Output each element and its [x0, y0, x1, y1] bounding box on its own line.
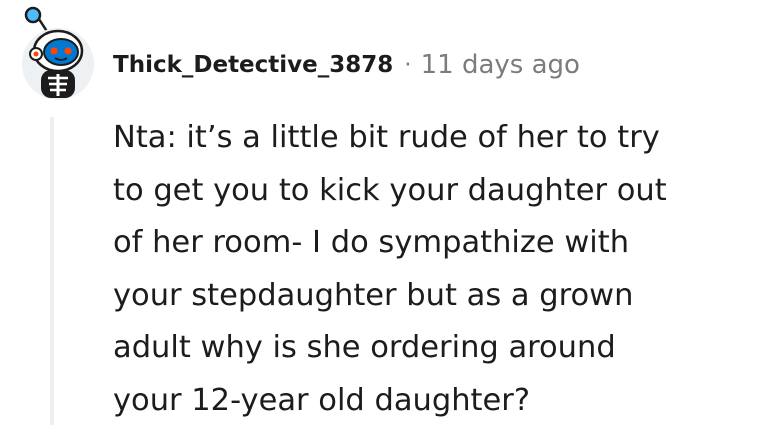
username-link[interactable]: Thick_Detective_3878: [113, 52, 393, 78]
comment-body-line: your stepdaughter but as a grown: [113, 270, 753, 323]
thread-collapse-line[interactable]: [50, 117, 54, 425]
comment-body-line: of her room- I do sympathize with: [113, 217, 753, 270]
meta-separator: ·: [404, 52, 411, 78]
comment-timestamp[interactable]: 11 days ago: [421, 50, 580, 80]
comment-body-line: your 12-year old daughter?: [113, 375, 753, 427]
comment-body-line: Nta: it’s a little bit rude of her to tr…: [113, 112, 753, 165]
comment-header: Thick_Detective_3878 · 11 days ago: [113, 45, 580, 85]
comment: Thick_Detective_3878 · 11 days ago Nta: …: [0, 0, 763, 425]
comment-body-line: to get you to kick your daughter out: [113, 165, 753, 218]
comment-body: Nta: it’s a little bit rude of her to tr…: [113, 112, 753, 427]
comment-body-line: adult why is she ordering around: [113, 322, 753, 375]
user-avatar[interactable]: [18, 6, 98, 102]
snoo-astronaut-avatar-icon: [18, 6, 98, 102]
